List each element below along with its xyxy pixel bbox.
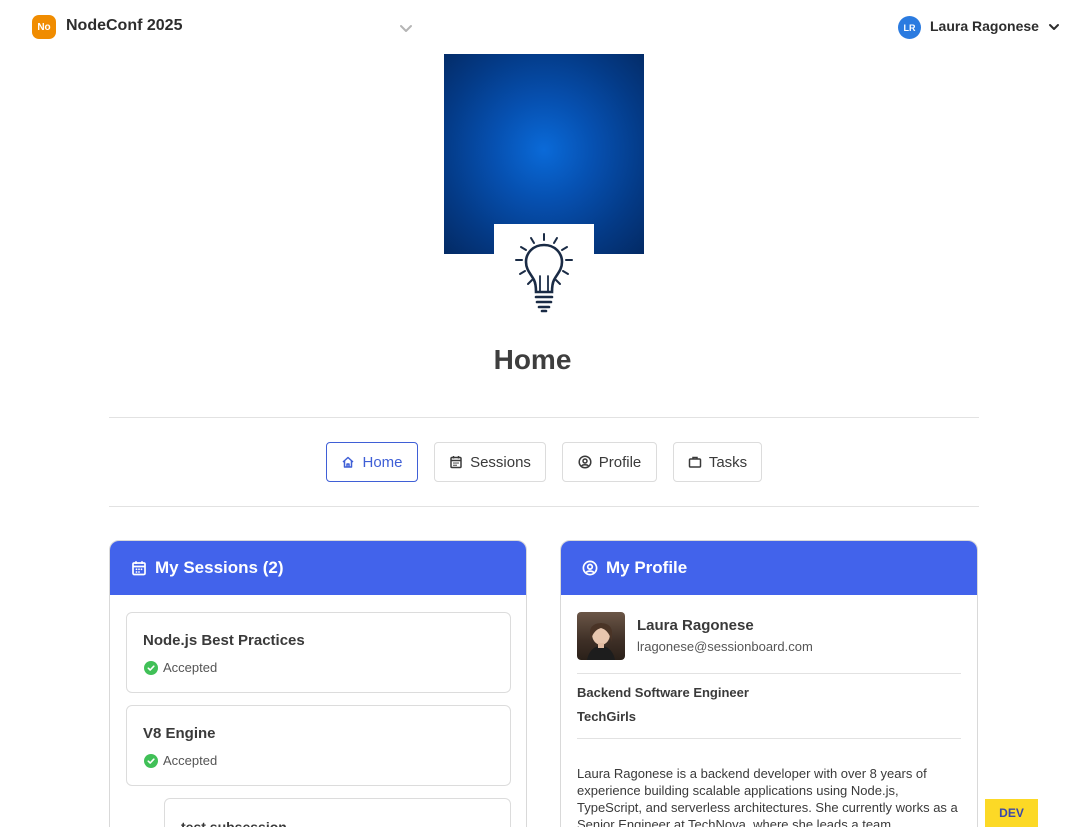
user-name[interactable]: Laura Ragonese bbox=[930, 18, 1039, 34]
page-title: Home bbox=[493, 344, 572, 375]
card-title: My Sessions (2) bbox=[155, 558, 284, 577]
tab-profile[interactable]: Profile bbox=[562, 442, 657, 482]
user-circle-icon bbox=[582, 560, 598, 576]
tab-label: Profile bbox=[598, 453, 642, 471]
tab-label: Tasks bbox=[708, 453, 748, 471]
user-circle-icon bbox=[578, 455, 592, 469]
card-title: My Profile bbox=[606, 558, 688, 577]
status-text: Accepted bbox=[163, 753, 218, 768]
profile-role: Backend Software Engineer bbox=[577, 685, 749, 700]
my-profile-card: My Profile Laura Ragonese lragonese@sess… bbox=[560, 540, 978, 827]
calendar-icon bbox=[132, 561, 146, 576]
event-badge[interactable]: No bbox=[32, 15, 56, 39]
sub-session-item[interactable]: test subsession bbox=[164, 798, 511, 827]
my-sessions-card: My Sessions (2) Node.js Best Practices A… bbox=[109, 540, 527, 827]
home-icon bbox=[342, 456, 354, 468]
profile-email: lragonese@sessionboard.com bbox=[637, 639, 813, 654]
tab-tasks[interactable]: Tasks bbox=[673, 442, 762, 482]
my-profile-header: My Profile bbox=[561, 541, 977, 595]
lightbulb-icon bbox=[515, 233, 573, 313]
divider bbox=[577, 738, 961, 739]
chevron-down-icon[interactable] bbox=[1047, 20, 1061, 34]
divider bbox=[109, 417, 979, 418]
profile-name: Laura Ragonese bbox=[637, 617, 754, 634]
chevron-down-icon[interactable] bbox=[398, 20, 414, 36]
check-circle-icon bbox=[144, 660, 158, 675]
tab-label: Home bbox=[362, 453, 403, 471]
event-logo bbox=[494, 224, 594, 320]
briefcase-icon bbox=[688, 456, 702, 468]
top-bar: No NodeConf 2025 LR Laura Ragonese bbox=[0, 0, 1065, 54]
session-title[interactable]: Node.js Best Practices bbox=[143, 632, 305, 649]
divider bbox=[109, 506, 979, 507]
event-name[interactable]: NodeConf 2025 bbox=[66, 17, 182, 35]
profile-photo bbox=[577, 612, 625, 660]
tab-home[interactable]: Home bbox=[326, 442, 418, 482]
tab-label: Sessions bbox=[470, 453, 531, 471]
status-text: Accepted bbox=[163, 660, 218, 675]
session-title[interactable]: V8 Engine bbox=[143, 725, 216, 742]
user-avatar[interactable]: LR bbox=[898, 16, 921, 39]
profile-company: TechGirls bbox=[577, 709, 637, 724]
calendar-icon bbox=[450, 456, 462, 469]
sub-session-title[interactable]: test subsession bbox=[181, 819, 287, 827]
check-circle-icon bbox=[144, 753, 158, 768]
status-badge: Accepted bbox=[144, 660, 217, 675]
tab-sessions[interactable]: Sessions bbox=[434, 442, 546, 482]
tab-bar: Home Sessions Profile Tasks bbox=[0, 442, 1065, 482]
divider bbox=[577, 673, 961, 674]
status-badge: Accepted bbox=[144, 753, 217, 768]
session-item[interactable]: Node.js Best Practices Accepted bbox=[126, 612, 511, 693]
session-item[interactable]: V8 Engine Accepted bbox=[126, 705, 511, 786]
my-sessions-header: My Sessions (2) bbox=[110, 541, 526, 595]
profile-bio: Laura Ragonese is a backend developer wi… bbox=[577, 766, 958, 827]
environment-badge: DEV bbox=[985, 799, 1038, 827]
